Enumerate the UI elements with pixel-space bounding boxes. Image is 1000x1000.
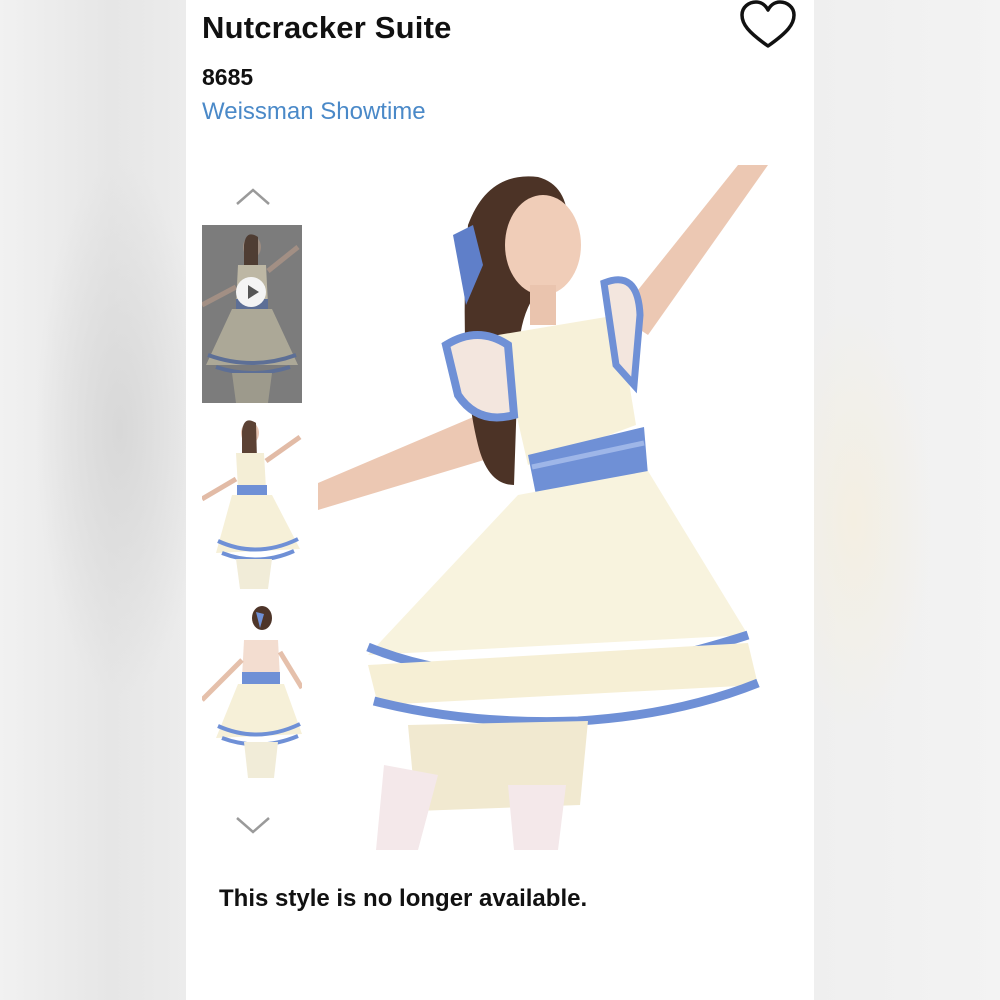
thumbnail-back-image: [202, 600, 302, 778]
thumbnail-video[interactable]: [202, 225, 302, 403]
product-panel: Nutcracker Suite 8685 Weissman Showtime: [186, 0, 814, 1000]
thumbnail-video-image: [202, 225, 302, 403]
brand-link[interactable]: Weissman Showtime: [202, 98, 426, 126]
chevron-down-icon[interactable]: [233, 814, 273, 836]
product-sku: 8685: [202, 64, 254, 90]
blurred-backdrop-left: [0, 0, 186, 1000]
thumbnail-back-view[interactable]: [202, 600, 302, 778]
play-icon[interactable]: [236, 277, 266, 307]
chevron-up-icon[interactable]: [233, 186, 273, 208]
blurred-backdrop-right: [814, 0, 1000, 1000]
availability-notice: This style is no longer available.: [219, 885, 588, 912]
main-product-image: [318, 165, 768, 850]
thumbnail-front-image: [202, 413, 302, 591]
product-title: Nutcracker Suite: [202, 10, 452, 45]
heart-icon[interactable]: [738, 0, 798, 52]
thumbnail-front-view[interactable]: [202, 413, 302, 591]
